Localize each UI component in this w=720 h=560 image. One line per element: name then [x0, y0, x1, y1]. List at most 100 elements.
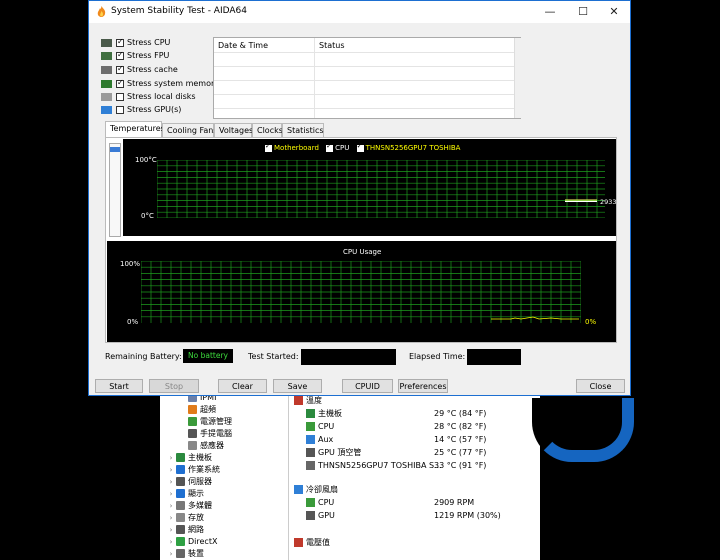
battery-label: Remaining Battery:: [105, 352, 182, 361]
tab-voltages[interactable]: Voltages: [214, 123, 253, 137]
temp-y-bottom-label: 0°C: [141, 212, 154, 220]
tree-item-label: 超頻: [200, 405, 216, 414]
stress-memory-checkbox[interactable]: [116, 78, 124, 88]
option-stress-cpu[interactable]: Stress CPU: [101, 37, 170, 49]
option-label: Stress CPU: [127, 38, 171, 47]
tab-cooling-fans[interactable]: Cooling Fans: [162, 123, 218, 137]
sensor-label: Aux: [318, 435, 334, 444]
option-stress-cache[interactable]: Stress cache: [101, 64, 178, 76]
tree-item[interactable]: › 存放: [166, 512, 204, 524]
sensor-row[interactable]: GPU 頂空管 25 °C (77 °F): [306, 447, 546, 459]
tab-temperatures[interactable]: Temperatures: [105, 121, 165, 137]
start-button[interactable]: Start: [95, 379, 143, 393]
title-bar[interactable]: System Stability Test - AIDA64 — ☐ ✕: [89, 1, 630, 23]
tree-item[interactable]: › 作業系統: [166, 464, 220, 476]
option-stress-disks[interactable]: Stress local disks: [101, 91, 196, 103]
tree-item[interactable]: › 顯示: [166, 488, 204, 500]
stress-cpu-checkbox[interactable]: [116, 37, 124, 47]
sensor-label: 電壓值: [306, 538, 330, 547]
close-window-button[interactable]: ✕: [597, 1, 631, 23]
sensor-value: 25 °C (77 °F): [434, 448, 487, 457]
stress-disks-checkbox[interactable]: [116, 92, 124, 101]
expand-chevron-icon[interactable]: ›: [166, 452, 176, 464]
temperature-readout: 2933: [600, 198, 617, 206]
cpu-usage-trace: [491, 316, 579, 320]
tree-item[interactable]: 超頻: [178, 404, 216, 416]
stress-fpu-checkbox[interactable]: [116, 50, 124, 60]
sensor-group-header[interactable]: 冷卻風扇: [294, 484, 534, 496]
elapsed-time-label: Elapsed Time:: [409, 352, 466, 361]
option-stress-fpu[interactable]: Stress FPU: [101, 50, 169, 62]
tree-item-label: DirectX: [188, 537, 218, 546]
tree-item-icon: [188, 417, 197, 426]
sensor-row[interactable]: THNSN5256GPU7 TOSHIBA S... 33 °C (91 °F): [306, 460, 546, 472]
cpu-usage-readout: 0%: [585, 318, 597, 326]
expand-chevron-icon[interactable]: ›: [166, 476, 176, 488]
close-button[interactable]: Close: [576, 379, 625, 393]
option-stress-memory[interactable]: Stress system memory: [101, 78, 219, 90]
expand-chevron-icon[interactable]: ›: [166, 464, 176, 476]
preferences-button[interactable]: Preferences: [398, 379, 448, 393]
expand-chevron-icon[interactable]: ›: [166, 488, 176, 500]
tree-item[interactable]: 手提電腦: [178, 428, 232, 440]
sensor-row[interactable]: Aux 14 °C (57 °F): [306, 434, 546, 446]
column-header-date-time[interactable]: Date & Time: [218, 41, 268, 50]
elapsed-time-value: [467, 349, 521, 365]
tree-item[interactable]: 電源管理: [178, 416, 232, 428]
tab-panel: Motherboard CPU THNSN5256GPU7 TOSHIBA 10…: [105, 137, 617, 343]
cpuid-button[interactable]: CPUID: [342, 379, 393, 393]
event-log-table[interactable]: Date & Time Status: [213, 37, 521, 119]
sensor-value: 1219 RPM (30%): [434, 511, 501, 520]
sensor-row[interactable]: CPU 28 °C (82 °F): [306, 421, 546, 433]
legend-checkbox-cpu[interactable]: [326, 142, 334, 152]
sensor-row[interactable]: CPU 2909 RPM: [306, 497, 546, 509]
sensor-icon: [306, 461, 315, 470]
sensor-icon: [306, 511, 315, 520]
stress-gpu-checkbox[interactable]: [116, 105, 124, 114]
tree-item[interactable]: › 裝置: [166, 548, 204, 560]
tree-item[interactable]: › DirectX: [166, 536, 217, 548]
log-scrollbar[interactable]: [514, 38, 521, 118]
sensor-selector-strip[interactable]: [109, 143, 121, 237]
tab-clocks[interactable]: Clocks: [252, 123, 283, 137]
tree-item-icon: [176, 453, 185, 462]
sensor-row[interactable]: 主機板 29 °C (84 °F): [306, 408, 546, 420]
tab-statistics[interactable]: Statistics: [282, 123, 324, 137]
option-label: Stress GPU(s): [127, 105, 182, 114]
option-label: Stress FPU: [127, 51, 170, 60]
minimize-button[interactable]: —: [533, 1, 567, 23]
expand-chevron-icon[interactable]: ›: [166, 536, 176, 548]
disk-icon: [101, 92, 112, 101]
sensor-label: 主機板: [318, 409, 342, 418]
stop-button[interactable]: Stop: [149, 379, 199, 393]
sensor-value: 2909 RPM: [434, 498, 475, 507]
sensor-value: 33 °C (91 °F): [434, 461, 487, 470]
sensor-group-header[interactable]: 溫度: [294, 395, 534, 407]
expand-chevron-icon[interactable]: ›: [166, 500, 176, 512]
column-header-status[interactable]: Status: [319, 41, 345, 50]
legend-cpu: CPU: [335, 144, 350, 152]
tree-item-label: 主機板: [188, 453, 212, 462]
tree-item[interactable]: › 主機板: [166, 452, 212, 464]
expand-chevron-icon[interactable]: ›: [166, 512, 176, 524]
clear-button[interactable]: Clear: [218, 379, 267, 393]
expand-chevron-icon[interactable]: ›: [166, 548, 176, 560]
tree-item-label: 顯示: [188, 489, 204, 498]
tree-item[interactable]: › 多媒體: [166, 500, 212, 512]
tree-item[interactable]: 感應器: [178, 440, 224, 452]
save-button[interactable]: Save: [273, 379, 322, 393]
option-stress-gpu[interactable]: Stress GPU(s): [101, 104, 181, 116]
tree-item-icon: [176, 465, 185, 474]
legend-checkbox-motherboard[interactable]: [265, 142, 272, 152]
legend-checkbox-ssd[interactable]: [356, 142, 364, 152]
tree-item[interactable]: › 網路: [166, 524, 204, 536]
sensor-row[interactable]: GPU 1219 RPM (30%): [306, 510, 546, 522]
tree-item-icon: [188, 405, 197, 414]
sensor-group-header[interactable]: 電壓值: [294, 537, 534, 549]
cpu-usage-grid: [141, 261, 581, 323]
maximize-button[interactable]: ☐: [566, 1, 600, 23]
expand-chevron-icon[interactable]: ›: [166, 524, 176, 536]
tree-item-label: 手提電腦: [200, 429, 232, 438]
tree-item[interactable]: › 伺服器: [166, 476, 212, 488]
stress-cache-checkbox[interactable]: [116, 64, 124, 74]
